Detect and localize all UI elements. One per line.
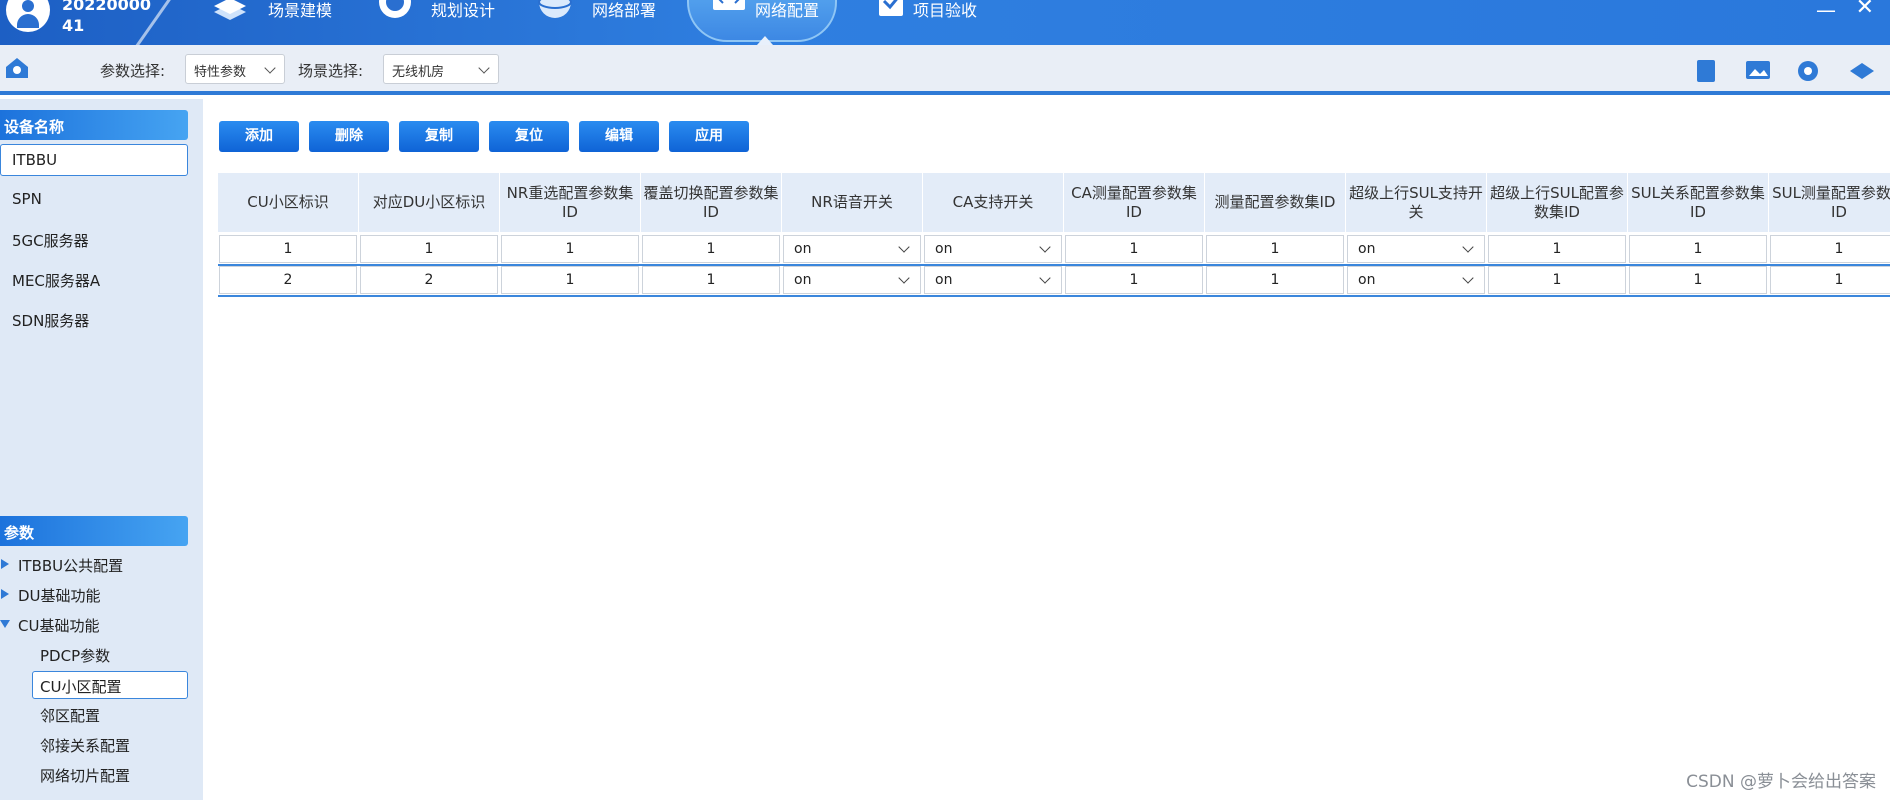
sidebar-item-mec-server-a[interactable]: MEC服务器A (12, 270, 100, 291)
sub-item-pdcp-params[interactable]: PDCP参数 (40, 645, 110, 666)
edit-button[interactable]: 编辑 (579, 121, 659, 152)
switch-select[interactable]: on (783, 266, 921, 294)
switch-select[interactable]: on (1347, 266, 1485, 294)
caret-down-icon[interactable] (0, 619, 10, 629)
chevron-down-icon (898, 241, 910, 253)
filter-toolbar: 参数选择: 特性参数 场景选择: 无线机房 (0, 45, 1890, 95)
sidebar-item-sdn-server[interactable]: SDN服务器 (12, 310, 89, 331)
table-row-separator (218, 295, 1890, 297)
compass-icon (379, 0, 411, 18)
chevron-down-icon (1462, 272, 1474, 284)
close-button[interactable]: ✕ (1856, 0, 1874, 20)
chevron-down-icon (1039, 241, 1051, 253)
table-cell-input[interactable]: 1 (1770, 235, 1890, 263)
checklist-icon (879, 0, 903, 16)
apply-button[interactable]: 应用 (669, 121, 749, 152)
tree-item-cu-basic-function[interactable]: CU基础功能 (18, 615, 99, 636)
user-id: 20220000 41 (62, 0, 152, 35)
table-cell-input[interactable]: 1 (219, 235, 357, 263)
tree-item-du-basic-function[interactable]: DU基础功能 (18, 585, 101, 606)
table-cell-input[interactable]: 1 (642, 266, 780, 294)
table-cell-input[interactable]: 1 (1206, 235, 1344, 263)
minimize-button[interactable]: — (1816, 0, 1836, 22)
top-nav-bar: 20220000 41 场景建模 规划设计 网络部署 网络配置 项目验收 — ✕ (0, 0, 1890, 45)
delete-button[interactable]: 删除 (309, 121, 389, 152)
switch-select[interactable]: on (924, 266, 1062, 294)
chevron-down-icon (478, 62, 490, 74)
table-cell-input[interactable]: 1 (1065, 266, 1203, 294)
column-header: 对应DU小区标识 (359, 173, 500, 232)
column-header: CU小区标识 (218, 173, 359, 232)
column-header: NR语音开关 (782, 173, 923, 232)
switch-select[interactable]: on (924, 235, 1062, 263)
sub-item-neighbor-cell-config[interactable]: 邻区配置 (40, 705, 100, 726)
user-avatar-icon[interactable] (6, 0, 50, 32)
table-cell-input[interactable]: 1 (1065, 235, 1203, 263)
caret-right-icon[interactable] (0, 589, 10, 599)
param-select[interactable]: 特性参数 (185, 54, 285, 84)
table-cell-input[interactable]: 1 (1488, 266, 1626, 294)
table-cell-input[interactable]: 1 (501, 235, 639, 263)
sidebar-item-itbbu[interactable]: ITBBU (0, 144, 188, 176)
monitor-code-icon (713, 0, 745, 10)
caret-right-icon[interactable] (0, 559, 10, 569)
column-header: 超级上行SUL支持开关 (1346, 173, 1487, 232)
column-header: NR重选配置参数集ID (500, 173, 641, 232)
chevron-down-icon (264, 62, 276, 74)
table-cell-input[interactable]: 1 (1770, 266, 1890, 294)
layers-stack-icon[interactable] (1848, 57, 1876, 85)
table-cell-input[interactable]: 1 (501, 266, 639, 294)
switch-select[interactable]: on (1347, 235, 1485, 263)
tree-item-itbbu-public-config[interactable]: ITBBU公共配置 (18, 555, 123, 576)
table-cell-input[interactable]: 2 (219, 266, 357, 294)
sidebar-item-5gc-server[interactable]: 5GC服务器 (12, 230, 89, 251)
table-cell-input[interactable]: 1 (1488, 235, 1626, 263)
sidebar: 设备名称 ITBBU SPN 5GC服务器 MEC服务器A SDN服务器 参数 … (0, 99, 203, 800)
sidebar-item-spn[interactable]: SPN (12, 190, 42, 208)
column-header: 测量配置参数集ID (1205, 173, 1346, 232)
device-section-header: 设备名称 (0, 110, 188, 140)
param-section-header: 参数 (0, 516, 188, 546)
sub-item-cu-cell-config[interactable]: CU小区配置 (32, 671, 188, 699)
reset-button[interactable]: 复位 (489, 121, 569, 152)
sub-item-adjacency-config[interactable]: 邻接关系配置 (40, 735, 130, 756)
column-header: 超级上行SUL配置参数集ID (1487, 173, 1628, 232)
layers-icon (214, 0, 246, 20)
column-header: 覆盖切换配置参数集ID (641, 173, 782, 232)
active-tab-caret (757, 36, 773, 45)
scene-select[interactable]: 无线机房 (383, 54, 499, 84)
table-cell-input[interactable]: 1 (642, 235, 780, 263)
chevron-down-icon (898, 272, 910, 284)
table-cell-input[interactable]: 1 (1629, 235, 1767, 263)
table-cell-input[interactable]: 1 (360, 235, 498, 263)
switch-select[interactable]: on (783, 235, 921, 263)
column-header: SUL关系配置参数集ID (1628, 173, 1769, 232)
image-gallery-icon[interactable] (1744, 57, 1772, 85)
column-header: CA支持开关 (923, 173, 1064, 232)
copy-button[interactable]: 复制 (399, 121, 479, 152)
add-button[interactable]: 添加 (219, 121, 299, 152)
globe-icon (538, 0, 572, 18)
chevron-down-icon (1039, 272, 1051, 284)
scene-select-label: 场景选择: (298, 62, 364, 80)
gear-icon[interactable] (1794, 57, 1822, 85)
table-cell-input[interactable]: 2 (360, 266, 498, 294)
document-icon[interactable] (1692, 57, 1720, 85)
watermark: CSDN @萝卜会给出答案 (1686, 772, 1876, 792)
column-header: SUL测量配置参数集ID (1769, 173, 1890, 232)
param-select-label: 参数选择: (100, 62, 166, 80)
table-cell-input[interactable]: 1 (1206, 266, 1344, 294)
column-header: CA测量配置参数集ID (1064, 173, 1205, 232)
sub-item-network-slice-config[interactable]: 网络切片配置 (40, 765, 130, 786)
home-search-icon[interactable] (4, 55, 30, 81)
table-cell-input[interactable]: 1 (1629, 266, 1767, 294)
chevron-down-icon (1462, 241, 1474, 253)
